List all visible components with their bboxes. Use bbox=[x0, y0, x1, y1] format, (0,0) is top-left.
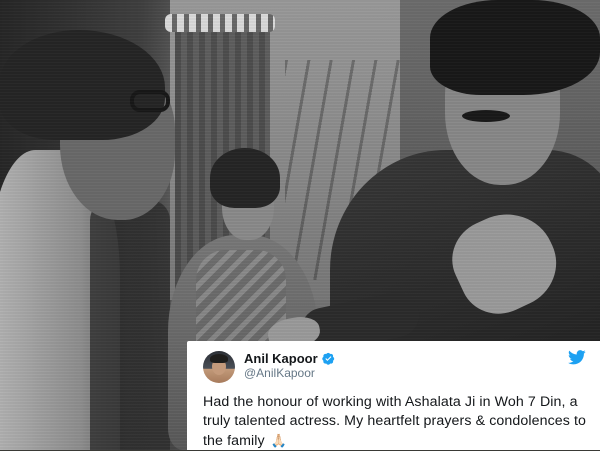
name-row: Anil Kapoor bbox=[244, 351, 335, 366]
display-name[interactable]: Anil Kapoor bbox=[244, 351, 318, 366]
folded-hands-icon: 🙏🏻 bbox=[270, 433, 288, 448]
verified-badge-icon bbox=[321, 352, 334, 365]
twitter-bird-icon[interactable] bbox=[568, 350, 586, 365]
tweet-card[interactable]: Anil Kapoor @AnilKapoor Had the honour o… bbox=[187, 341, 600, 450]
handle[interactable]: @AnilKapoor bbox=[244, 366, 335, 381]
author-block: Anil Kapoor @AnilKapoor bbox=[244, 351, 335, 381]
tweet-header: Anil Kapoor @AnilKapoor bbox=[203, 351, 588, 393]
avatar-hair bbox=[210, 354, 228, 363]
tweet-text: Had the honour of working with Ashalata … bbox=[203, 393, 588, 451]
tweet-body: Had the honour of working with Ashalata … bbox=[203, 394, 587, 449]
avatar[interactable] bbox=[203, 351, 235, 383]
